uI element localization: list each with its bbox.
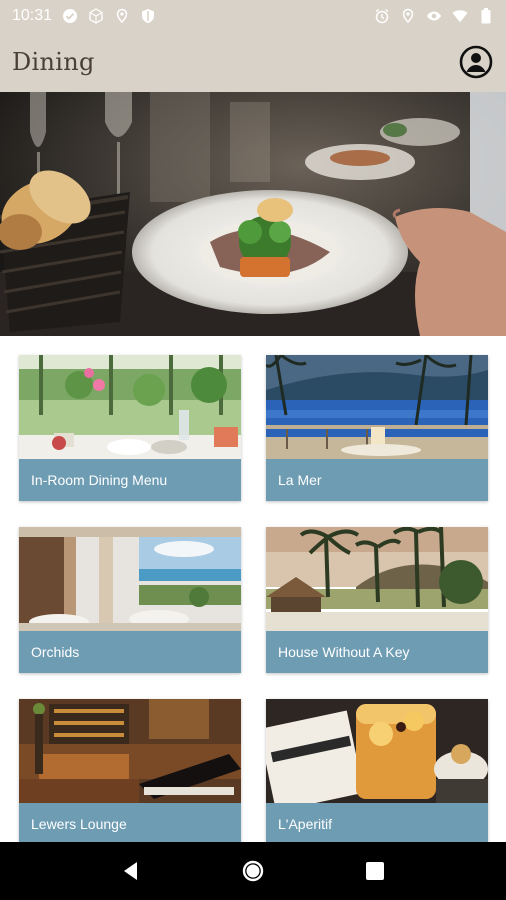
profile-button[interactable] (458, 44, 494, 80)
location-pin-icon (114, 8, 130, 24)
app-bar: Dining (0, 32, 506, 92)
shield-icon (140, 8, 156, 24)
restaurant-card-house-without-a-key[interactable]: House Without A Key (266, 527, 488, 673)
back-button[interactable] (111, 851, 151, 891)
home-icon (242, 860, 264, 882)
recents-button[interactable] (355, 851, 395, 891)
restaurant-label: Orchids (19, 631, 241, 673)
restaurant-card-la-mer[interactable]: La Mer (266, 355, 488, 501)
eye-icon (426, 8, 442, 24)
restaurant-label: Lewers Lounge (19, 803, 241, 842)
house-without-a-key-image (266, 527, 488, 631)
restaurant-label: House Without A Key (266, 631, 488, 673)
location-icon (400, 8, 416, 24)
restaurant-card-orchids[interactable]: Orchids (19, 527, 241, 673)
back-icon (124, 862, 137, 880)
page-title: Dining (12, 48, 95, 76)
home-button[interactable] (233, 851, 273, 891)
hero-image (0, 92, 506, 336)
lewers-lounge-image (19, 699, 241, 803)
restaurant-card-lewers-lounge[interactable]: Lewers Lounge (19, 699, 241, 842)
battery-icon (478, 8, 494, 24)
check-circle-icon (62, 8, 78, 24)
system-nav-bar (0, 842, 506, 900)
restaurant-label: La Mer (266, 459, 488, 501)
restaurant-card-in-room-dining[interactable]: In-Room Dining Menu (19, 355, 241, 501)
laperitif-image (266, 699, 488, 803)
restaurant-label: In-Room Dining Menu (19, 459, 241, 501)
restaurant-grid: In-Room Dining Menu La Mer Orchids House… (0, 336, 506, 842)
cube-icon (88, 8, 104, 24)
alarm-icon (374, 8, 390, 24)
la-mer-image (266, 355, 488, 459)
status-bar: 10:31 (0, 0, 506, 32)
account-circle-icon (459, 45, 493, 79)
recents-icon (366, 862, 384, 880)
restaurant-card-laperitif[interactable]: L'Aperitif (266, 699, 488, 842)
restaurant-label: L'Aperitif (266, 803, 488, 842)
wifi-icon (452, 8, 468, 24)
orchids-image (19, 527, 241, 631)
status-time: 10:31 (12, 7, 53, 24)
in-room-dining-image (19, 355, 241, 459)
